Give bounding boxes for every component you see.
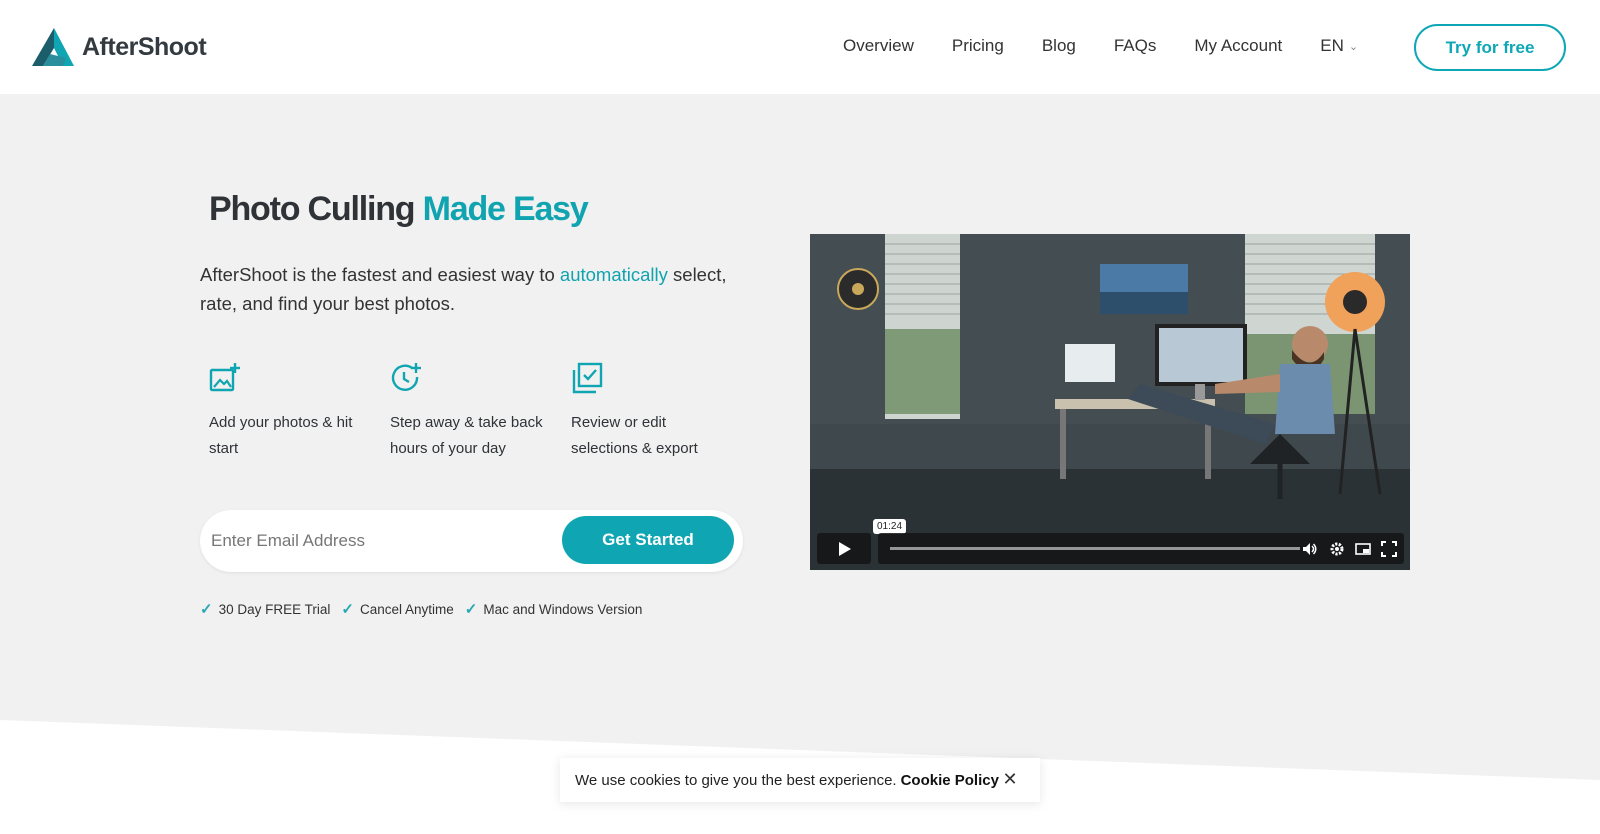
benefit-text: Mac and Windows Version: [483, 601, 643, 617]
title-accent: Made Easy: [422, 190, 589, 228]
clock-plus-icon: [391, 363, 421, 391]
nav-pricing[interactable]: Pricing: [952, 36, 1004, 56]
benefit-item: ✓ 30 Day FREE Trial: [200, 600, 330, 618]
check-icon: ✓: [464, 601, 478, 618]
feature-item: Review or edit selections & export: [571, 362, 752, 462]
video-progress-bar[interactable]: [890, 547, 1300, 550]
benefit-item: ✓ Cancel Anytime: [341, 600, 453, 618]
hero-description: AfterShoot is the fastest and easiest wa…: [200, 260, 760, 318]
aftershoot-logo[interactable]: AfterShoot: [32, 28, 207, 66]
language-selector[interactable]: EN ⌄: [1320, 36, 1358, 56]
close-icon[interactable]: ✕: [1000, 769, 1020, 789]
feature-text: Step away & take back hours of your day: [390, 414, 543, 457]
logo-text: AfterShoot: [82, 32, 207, 61]
email-field[interactable]: [211, 526, 541, 556]
benefit-item: ✓ Mac and Windows Version: [465, 600, 643, 618]
volume-icon[interactable]: [1301, 540, 1319, 558]
feature-list: Add your photos & hit start Step away & …: [209, 362, 752, 462]
site-header: AfterShoot Overview Pricing Blog FAQs My…: [0, 0, 1600, 94]
video-time-tooltip: 01:24: [873, 519, 907, 534]
chevron-down-icon: ⌄: [1348, 40, 1359, 53]
video-controls: [817, 533, 1404, 564]
try-for-free-button[interactable]: Try for free: [1414, 24, 1566, 71]
aftershoot-logo-icon: [32, 28, 74, 66]
title-plain: Photo Culling: [209, 190, 416, 228]
picture-in-picture-icon[interactable]: [1354, 540, 1372, 558]
desc-before: AfterShoot is the fastest and easiest wa…: [200, 264, 555, 285]
feature-text: Review or edit selections & export: [571, 414, 698, 457]
page-title: Photo Culling Made Easy: [209, 190, 589, 229]
check-icon: ✓: [341, 601, 354, 618]
cookie-policy-link[interactable]: Cookie Policy: [901, 772, 999, 789]
play-icon: [839, 541, 851, 556]
promo-video-player[interactable]: 01:24: [810, 234, 1410, 570]
hero-section: Photo Culling Made Easy AfterShoot is th…: [0, 94, 1600, 834]
nav-overview[interactable]: Overview: [843, 36, 914, 56]
feature-text: Add your photos & hit start: [209, 414, 353, 457]
benefit-text: Cancel Anytime: [359, 601, 454, 617]
video-control-bar: [878, 533, 1404, 564]
benefit-checklist: ✓ 30 Day FREE Trial ✓ Cancel Anytime ✓ M…: [200, 600, 653, 618]
fullscreen-icon[interactable]: [1380, 540, 1398, 558]
email-signup-form: Get Started: [200, 510, 743, 572]
nav-my-account[interactable]: My Account: [1194, 36, 1282, 56]
feature-item: Add your photos & hit start: [209, 362, 390, 462]
cookie-banner: We use cookies to give you the best expe…: [560, 758, 1040, 802]
settings-gear-icon[interactable]: [1328, 540, 1346, 558]
feature-item: Step away & take back hours of your day: [390, 362, 571, 462]
nav-blog[interactable]: Blog: [1042, 36, 1076, 56]
desc-link-automatically[interactable]: automatically: [560, 264, 668, 285]
add-photo-icon: [209, 363, 240, 392]
get-started-button[interactable]: Get Started: [562, 516, 734, 564]
language-label: EN: [1320, 36, 1344, 55]
check-icon: ✓: [200, 601, 213, 618]
play-button[interactable]: [817, 533, 871, 564]
main-nav: Overview Pricing Blog FAQs My Account EN…: [843, 36, 1358, 56]
review-check-icon: [572, 362, 603, 394]
benefit-text: 30 Day FREE Trial: [218, 601, 331, 617]
nav-faqs[interactable]: FAQs: [1114, 36, 1157, 56]
cookie-text: We use cookies to give you the best expe…: [575, 771, 897, 789]
cookie-message: We use cookies to give you the best expe…: [575, 772, 999, 789]
